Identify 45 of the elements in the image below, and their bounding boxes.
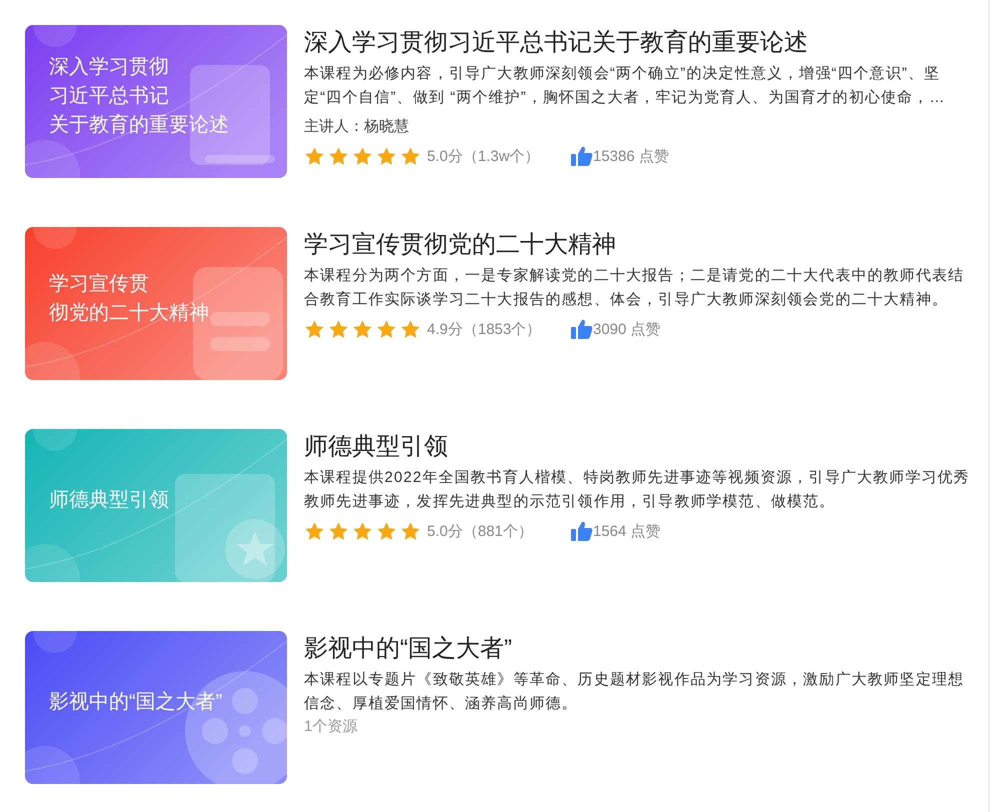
course-cover[interactable]: 深入学习贯彻 习近平总书记 关于教育的重要论述 [25, 25, 287, 178]
course-description: 本课程为必修内容，引导广大教师深刻领会“两个确立”的决定性意义，增强“四个意识”、坚定“四个自信”、做到 “两个维护”，胸怀国之大者，牢记为党育人、为国育才的初心使命，… [304, 64, 946, 108]
like-count: 15386 点赞 [593, 146, 669, 166]
star-icon [304, 146, 325, 166]
star-icon [376, 520, 397, 542]
cover-title: 影视中的“国之大者” [49, 690, 224, 715]
book-icon [190, 65, 275, 165]
course-description: 本课程分为两个方面，一是专家解读党的二十大报告；二是请党的二十大代表中的教师代表结合教育工作实际谈学习二十大报告的感想、体会，引导广大教师深刻领会党的二十大精神。 [304, 266, 966, 310]
lecturer: 主讲人：杨晓慧 [304, 117, 410, 137]
badge-icon [175, 474, 285, 582]
thumbs-up-icon[interactable] [571, 319, 593, 339]
like-count: 1564 点赞 [593, 522, 661, 540]
resource-count: 1个资源 [304, 717, 358, 737]
star-icon [376, 146, 397, 166]
course-title[interactable]: 师德典型引领 [304, 431, 976, 463]
course-description: 本课程提供2022年全国教书育人楷模、特岗教师先进事迹等视频资源，引导广大教师学习优秀教师先进事迹，发挥先进典型的示范引领作用，引导教师学模范、做模范。 [304, 468, 971, 512]
thumbs-up-icon[interactable] [571, 146, 593, 166]
cover-title: 深入学习贯彻 [49, 55, 170, 80]
star-icon [328, 146, 349, 166]
cover-title: 习近平总书记 [49, 84, 170, 109]
cover-title: 关于教育的重要论述 [49, 113, 230, 138]
star-icon [400, 318, 421, 340]
cover-title: 彻党的二十大精神 [49, 300, 210, 326]
star-icon [376, 318, 397, 340]
course-title[interactable]: 深入学习贯彻习近平总书记关于教育的重要论述 [304, 27, 976, 59]
star-icon [304, 318, 325, 340]
star-icon [400, 146, 421, 166]
rating-score: 5.0分（1.3w个） [427, 146, 541, 166]
course-title[interactable]: 学习宣传贯彻党的二十大精神 [304, 229, 976, 261]
star-icon [328, 520, 349, 542]
star-icon [304, 520, 325, 542]
thumbs-up-icon[interactable] [571, 521, 593, 541]
cover-title: 师德典型引领 [49, 488, 170, 513]
rating-score: 5.0分（881个） [427, 522, 534, 540]
rating-score: 4.9分（1853个） [427, 320, 542, 338]
cover-title: 学习宣传贯 [49, 272, 150, 296]
star-icon [352, 146, 373, 166]
star-icon [328, 318, 349, 340]
like-count: 3090 点赞 [593, 320, 661, 338]
course-cover[interactable]: 影视中的“国之大者” [25, 631, 287, 784]
star-icon [400, 520, 421, 542]
course-description: 本课程以专题片《致敬英雄》等革命、历史题材影视作品为学习资源，激励广大教师坚定理想信念、厚植爱国情怀、涵养高尚师德。 [304, 670, 966, 714]
star-icon [352, 318, 373, 340]
course-title[interactable]: 影视中的“国之大者” [304, 633, 976, 665]
star-icon [352, 520, 373, 542]
